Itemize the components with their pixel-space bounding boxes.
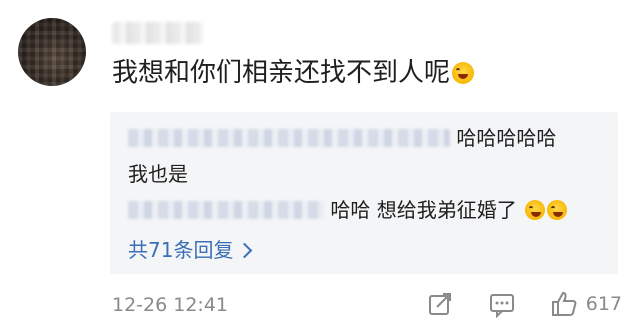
comment-actions: 617 <box>392 290 622 319</box>
reply-item-1[interactable]: 哈哈哈哈哈 <box>128 122 556 151</box>
share-icon[interactable] <box>426 290 454 318</box>
more-replies-label: 共71条回复 <box>128 238 234 262</box>
reply-text: 哈哈哈哈哈 <box>456 126 557 150</box>
reply-author-blurred[interactable] <box>128 201 324 219</box>
avatar[interactable] <box>18 18 86 86</box>
reply-box[interactable]: 哈哈哈哈哈 我也是 哈哈 想给我弟征婚了 共71条回复 <box>110 112 618 274</box>
reply-item-2[interactable]: 我也是 <box>128 158 188 187</box>
reply-author-blurred[interactable] <box>128 129 450 147</box>
comment-text: 我想和你们相亲还找不到人呢 <box>112 56 475 90</box>
like-count: 617 <box>585 293 622 315</box>
comment-item: 我想和你们相亲还找不到人呢 哈哈哈哈哈 我也是 哈哈 想给我弟征婚了 共71条回… <box>0 0 640 326</box>
avatar-mosaic <box>18 18 86 86</box>
reply-text: 哈哈 想给我弟征婚了 <box>330 198 517 222</box>
reply-text: 我也是 <box>128 162 188 186</box>
laugh-cry-emoji-icon <box>452 62 475 84</box>
username-blurred[interactable] <box>112 22 204 44</box>
comment-icon[interactable] <box>488 290 516 319</box>
chevron-right-icon <box>237 242 253 259</box>
comment-timestamp: 12-26 12:41 <box>112 294 229 316</box>
laugh-cry-emoji-icon <box>547 200 568 220</box>
like-icon[interactable] <box>550 290 578 318</box>
reply-item-3[interactable]: 哈哈 想给我弟征婚了 <box>128 194 568 223</box>
more-replies-link[interactable]: 共71条回复 <box>128 234 253 263</box>
laugh-cry-emoji-icon <box>525 200 546 220</box>
comment-text-content: 我想和你们相亲还找不到人呢 <box>112 58 451 88</box>
